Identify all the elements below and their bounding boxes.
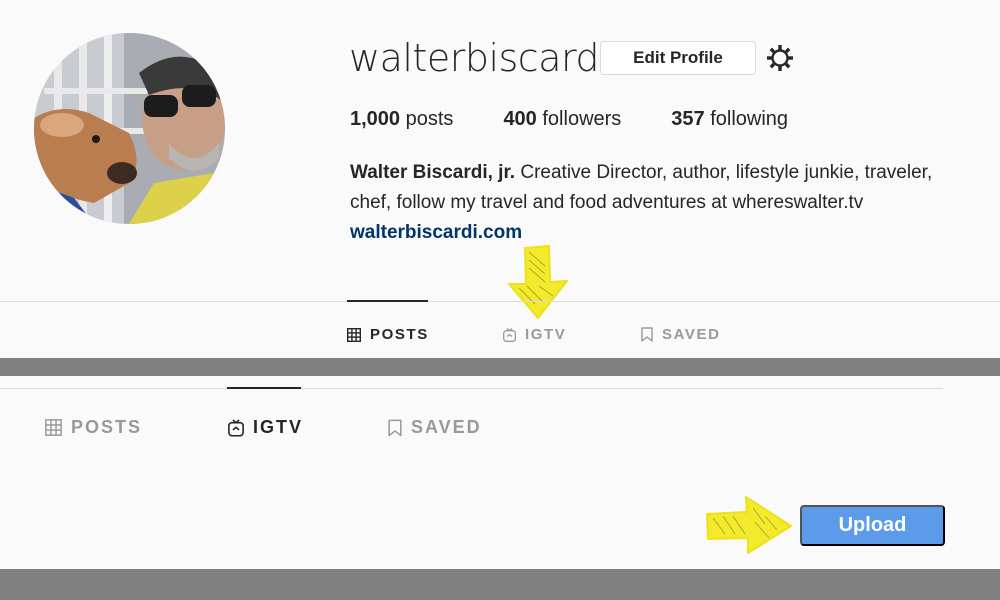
tab-igtv-bottom-label: IGTV — [253, 417, 304, 437]
tab-saved-top-label: SAVED — [662, 326, 721, 343]
tab-posts-bottom-label: POSTS — [71, 417, 143, 437]
tab-posts-top[interactable]: POSTS — [347, 326, 429, 343]
profile-stats: 1,000 posts 400 followers 357 following — [350, 108, 838, 131]
followers-count: 400 — [503, 108, 537, 130]
posts-stat-label: posts — [405, 108, 454, 130]
active-tab-indicator-bottom — [227, 387, 301, 389]
posts-stat: 1,000 posts — [350, 108, 453, 131]
bottom-band — [0, 569, 1000, 600]
tab-igtv-top-label: IGTV — [525, 326, 567, 343]
tab-saved-bottom-label: SAVED — [411, 417, 482, 437]
profile-avatar[interactable] — [34, 33, 225, 224]
followers-stat-label: followers — [542, 108, 622, 130]
following-count: 357 — [671, 108, 705, 130]
following-stat-label: following — [710, 108, 789, 130]
bio-text-line-2: chef, follow my travel and food adventur… — [350, 192, 864, 213]
yellow-down-arrow-annotation — [508, 245, 568, 319]
bio-full-name: Walter Biscardi, jr. — [350, 162, 516, 183]
tab-saved-top[interactable]: SAVED — [641, 326, 721, 343]
profile-username: walterbiscardi — [349, 36, 610, 80]
tab-igtv-bottom[interactable]: IGTV — [228, 417, 303, 438]
grid-icon — [347, 327, 361, 342]
yellow-right-arrow-annotation — [706, 496, 792, 554]
tab-posts-bottom[interactable]: POSTS — [45, 417, 142, 438]
edit-profile-button[interactable]: Edit Profile — [600, 41, 756, 75]
followers-stat[interactable]: 400 followers — [503, 108, 621, 131]
bookmark-icon — [641, 327, 653, 342]
active-tab-indicator-top — [347, 300, 428, 302]
bookmark-icon — [388, 419, 402, 436]
tab-igtv-top[interactable]: IGTV — [503, 326, 566, 343]
tab-posts-top-label: POSTS — [370, 326, 429, 343]
avatar-photo — [34, 33, 225, 224]
bio-website-link[interactable]: walterbiscardi.com — [350, 218, 1000, 248]
following-stat[interactable]: 357 following — [671, 108, 788, 131]
profile-bio: Walter Biscardi, jr. Creative Director, … — [350, 158, 1000, 248]
tab-saved-bottom[interactable]: SAVED — [388, 417, 482, 438]
bio-line-1: Walter Biscardi, jr. Creative Director, … — [350, 158, 1000, 188]
grid-icon — [45, 419, 62, 436]
igtv-icon — [503, 327, 516, 342]
tabs-divider-bottom — [0, 388, 943, 389]
bio-text-line-1: Creative Director, author, lifestyle jun… — [520, 162, 933, 183]
profile-header-panel: walterbiscardi Edit Profile 1,000 posts … — [0, 0, 1000, 358]
upload-button[interactable]: Upload — [800, 505, 945, 546]
igtv-icon — [228, 418, 244, 437]
settings-gear-icon[interactable] — [765, 43, 795, 73]
separator-band — [0, 358, 1000, 376]
tabs-divider-top — [0, 301, 1000, 302]
posts-count: 1,000 — [350, 108, 401, 130]
igtv-tab-panel: POSTS IGTV SAVED Upload — [0, 376, 1000, 569]
